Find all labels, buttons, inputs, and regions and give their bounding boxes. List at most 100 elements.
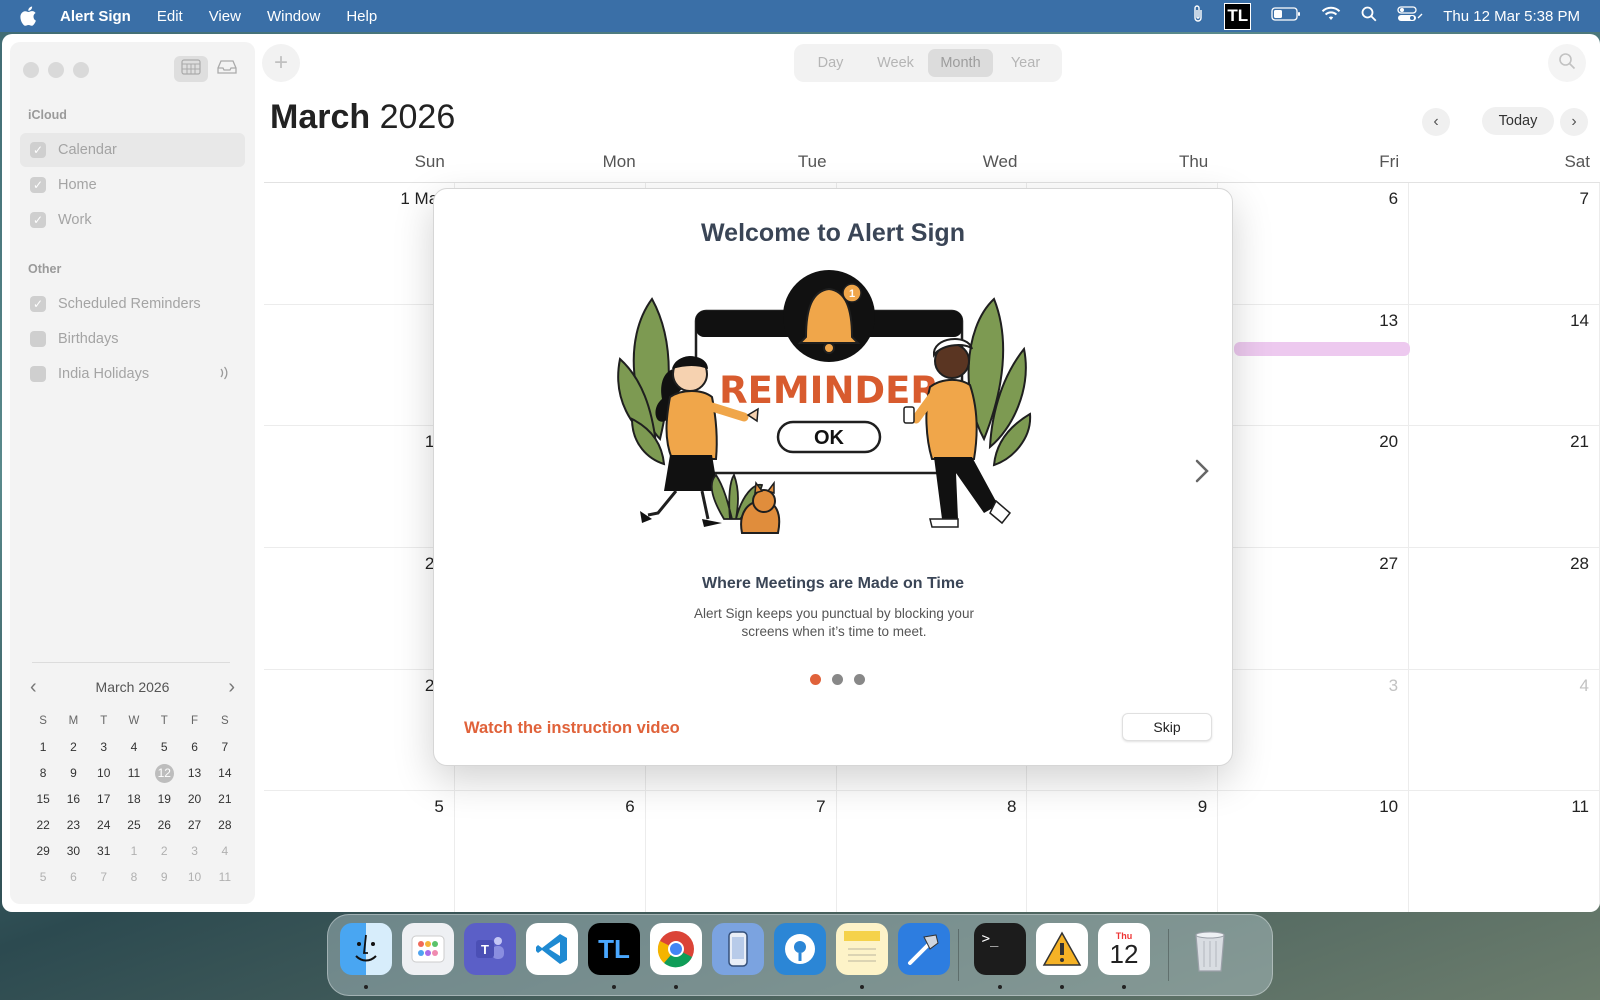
- mini-calendar-prev-button[interactable]: ‹: [30, 676, 37, 699]
- mini-day[interactable]: 5: [28, 870, 58, 884]
- tl-app-icon[interactable]: TL: [588, 923, 640, 975]
- day-cell[interactable]: 11: [1409, 791, 1600, 912]
- mini-day[interactable]: 11: [210, 870, 240, 884]
- mini-day[interactable]: 4: [119, 740, 149, 754]
- checkbox-unchecked-icon[interactable]: [30, 331, 46, 347]
- sidebar-item-home[interactable]: ✓ Home: [20, 168, 245, 202]
- trash-icon[interactable]: [1184, 923, 1236, 975]
- calendar-list-toggle[interactable]: [174, 56, 208, 82]
- chrome-icon[interactable]: [650, 923, 702, 975]
- menu-view[interactable]: View: [209, 8, 241, 25]
- mini-day[interactable]: 5: [149, 740, 179, 754]
- minimize-window-button[interactable]: [48, 62, 64, 78]
- mini-day[interactable]: 26: [149, 818, 179, 832]
- day-cell[interactable]: 13: [1218, 304, 1410, 427]
- wifi-icon[interactable]: [1321, 6, 1341, 26]
- battery-icon[interactable]: [1271, 6, 1301, 26]
- day-cell[interactable]: 20: [1218, 426, 1410, 548]
- mini-day[interactable]: 8: [119, 870, 149, 884]
- view-week-button[interactable]: Week: [863, 49, 928, 77]
- mini-day[interactable]: 6: [179, 740, 209, 754]
- mini-day[interactable]: 15: [28, 792, 58, 806]
- day-cell[interactable]: 22: [264, 548, 455, 670]
- view-day-button[interactable]: Day: [798, 49, 863, 77]
- day-cell[interactable]: 7: [1409, 183, 1600, 305]
- vscode-icon[interactable]: [526, 923, 578, 975]
- day-cell[interactable]: 5: [264, 791, 455, 912]
- day-cell[interactable]: 27: [1218, 548, 1410, 670]
- mini-calendar-next-button[interactable]: ›: [228, 676, 235, 699]
- mini-day[interactable]: 13: [179, 766, 209, 780]
- mini-day[interactable]: 31: [89, 844, 119, 858]
- day-cell[interactable]: 4: [1409, 669, 1600, 792]
- inbox-button[interactable]: [210, 56, 244, 82]
- day-cell[interactable]: 15: [264, 426, 455, 548]
- day-cell[interactable]: 9: [1027, 791, 1219, 912]
- tl-status-icon[interactable]: TL: [1224, 2, 1252, 30]
- view-year-button[interactable]: Year: [993, 49, 1058, 77]
- simulator-icon[interactable]: [712, 923, 764, 975]
- mini-day-today[interactable]: 12: [149, 763, 179, 783]
- sidebar-item-calendar[interactable]: ✓ Calendar: [20, 133, 245, 167]
- mini-day[interactable]: 29: [28, 844, 58, 858]
- sidebar-item-scheduled-reminders[interactable]: ✓ Scheduled Reminders: [20, 287, 245, 321]
- mini-day[interactable]: 11: [119, 766, 149, 780]
- finder-icon[interactable]: [340, 923, 392, 975]
- day-cell[interactable]: 14: [1409, 304, 1600, 427]
- app-name-menu[interactable]: Alert Sign: [60, 8, 131, 25]
- search-button[interactable]: [1548, 44, 1586, 82]
- day-cell[interactable]: 3: [1218, 669, 1410, 792]
- mini-day[interactable]: 14: [210, 766, 240, 780]
- sidebar-item-birthdays[interactable]: Birthdays: [20, 322, 245, 356]
- mini-day[interactable]: 19: [149, 792, 179, 806]
- mini-day[interactable]: 21: [210, 792, 240, 806]
- xcode-icon[interactable]: [898, 923, 950, 975]
- menu-window[interactable]: Window: [267, 8, 320, 25]
- mini-day[interactable]: 20: [179, 792, 209, 806]
- mini-day[interactable]: 30: [58, 844, 88, 858]
- day-cell[interactable]: 21: [1409, 426, 1600, 548]
- skip-button[interactable]: Skip: [1122, 713, 1212, 741]
- previous-month-button[interactable]: ‹: [1422, 108, 1450, 136]
- zoom-window-button[interactable]: [73, 62, 89, 78]
- datetime-clock[interactable]: Thu 12 Mar 5:38 PM: [1443, 8, 1580, 25]
- menu-help[interactable]: Help: [346, 8, 377, 25]
- mini-day[interactable]: 28: [210, 818, 240, 832]
- event-bar[interactable]: [1234, 342, 1410, 356]
- mini-day[interactable]: 6: [58, 870, 88, 884]
- sidebar-item-work[interactable]: ✓ Work: [20, 203, 245, 237]
- mini-day[interactable]: 3: [179, 844, 209, 858]
- mini-day[interactable]: 17: [89, 792, 119, 806]
- mini-day[interactable]: 23: [58, 818, 88, 832]
- day-cell[interactable]: 8: [264, 304, 455, 427]
- terminal-icon[interactable]: >_: [974, 923, 1026, 975]
- day-cell[interactable]: 1 Mar: [264, 183, 455, 305]
- add-event-button[interactable]: +: [262, 44, 300, 82]
- mini-day[interactable]: 1: [28, 740, 58, 754]
- launchpad-icon[interactable]: [402, 923, 454, 975]
- mini-day[interactable]: 16: [58, 792, 88, 806]
- next-month-button[interactable]: ›: [1560, 108, 1588, 136]
- calendar-app-icon[interactable]: Thu 12: [1098, 923, 1150, 975]
- mini-day[interactable]: 9: [149, 870, 179, 884]
- day-cell[interactable]: 29: [264, 669, 455, 792]
- mini-day[interactable]: 2: [58, 740, 88, 754]
- mini-day[interactable]: 7: [210, 740, 240, 754]
- checkbox-checked-icon[interactable]: ✓: [30, 177, 46, 193]
- page-dot[interactable]: [854, 674, 865, 685]
- sidebar-item-india-holidays[interactable]: India Holidays: [20, 357, 245, 391]
- next-page-button[interactable]: [1190, 459, 1214, 485]
- alert-sign-app-icon[interactable]: [1036, 923, 1088, 975]
- mini-day[interactable]: 10: [179, 870, 209, 884]
- paperclip-icon[interactable]: [1192, 4, 1204, 28]
- mini-day[interactable]: 1: [119, 844, 149, 858]
- day-cell[interactable]: 28: [1409, 548, 1600, 670]
- view-month-button[interactable]: Month: [928, 49, 993, 77]
- day-cell[interactable]: 8: [836, 791, 1028, 912]
- checkbox-checked-icon[interactable]: ✓: [30, 212, 46, 228]
- menu-edit[interactable]: Edit: [157, 8, 183, 25]
- mini-day[interactable]: 22: [28, 818, 58, 832]
- apple-menu-icon[interactable]: [20, 6, 40, 26]
- mini-day[interactable]: 18: [119, 792, 149, 806]
- mini-day[interactable]: 8: [28, 766, 58, 780]
